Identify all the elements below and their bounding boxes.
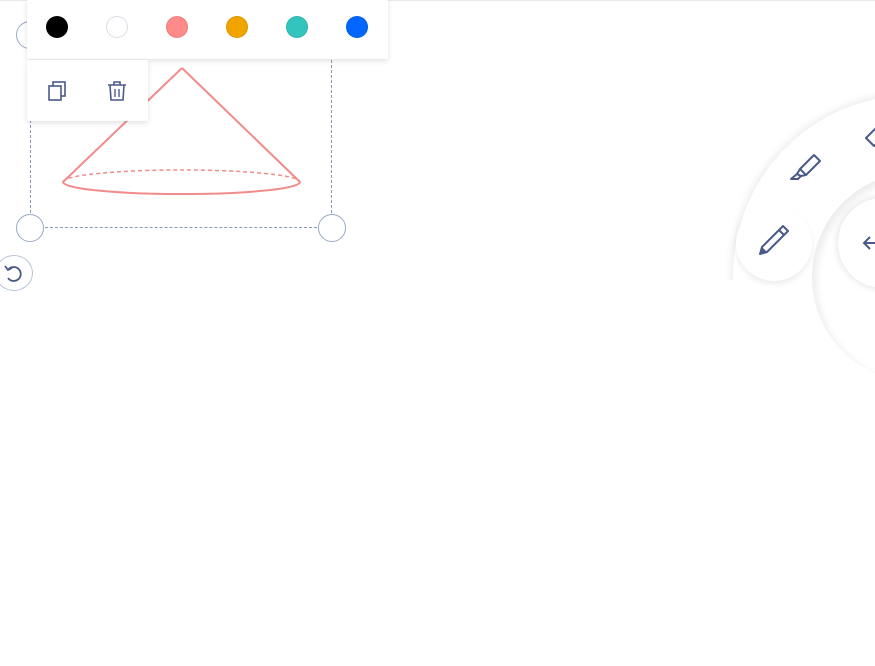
shape-action-toolbar xyxy=(27,60,148,121)
pencil-tool[interactable] xyxy=(754,220,794,260)
color-swatch-blue[interactable] xyxy=(346,16,368,38)
highlighter-icon xyxy=(790,154,821,180)
rotate-icon xyxy=(4,265,22,282)
back-arrow-icon xyxy=(862,236,875,250)
rotate-handle[interactable] xyxy=(0,255,33,291)
duplicate-icon xyxy=(48,81,66,101)
delete-button[interactable] xyxy=(102,76,132,106)
trash-icon xyxy=(108,81,126,101)
eraser-tool[interactable] xyxy=(862,118,875,158)
color-swatch-salmon[interactable] xyxy=(166,16,188,38)
color-swatch-black[interactable] xyxy=(46,16,68,38)
pencil-icon xyxy=(759,225,789,255)
color-swatch-white[interactable] xyxy=(106,16,128,38)
color-swatch-orange[interactable] xyxy=(226,16,248,38)
eraser-icon xyxy=(865,127,875,147)
drawing-canvas[interactable] xyxy=(0,0,875,666)
duplicate-button[interactable] xyxy=(42,76,72,106)
resize-handle-bottom-left[interactable] xyxy=(16,214,44,242)
color-palette-toolbar xyxy=(27,0,388,59)
resize-handle-bottom-right[interactable] xyxy=(318,214,346,242)
color-swatch-teal[interactable] xyxy=(286,16,308,38)
highlighter-tool[interactable] xyxy=(786,143,826,183)
